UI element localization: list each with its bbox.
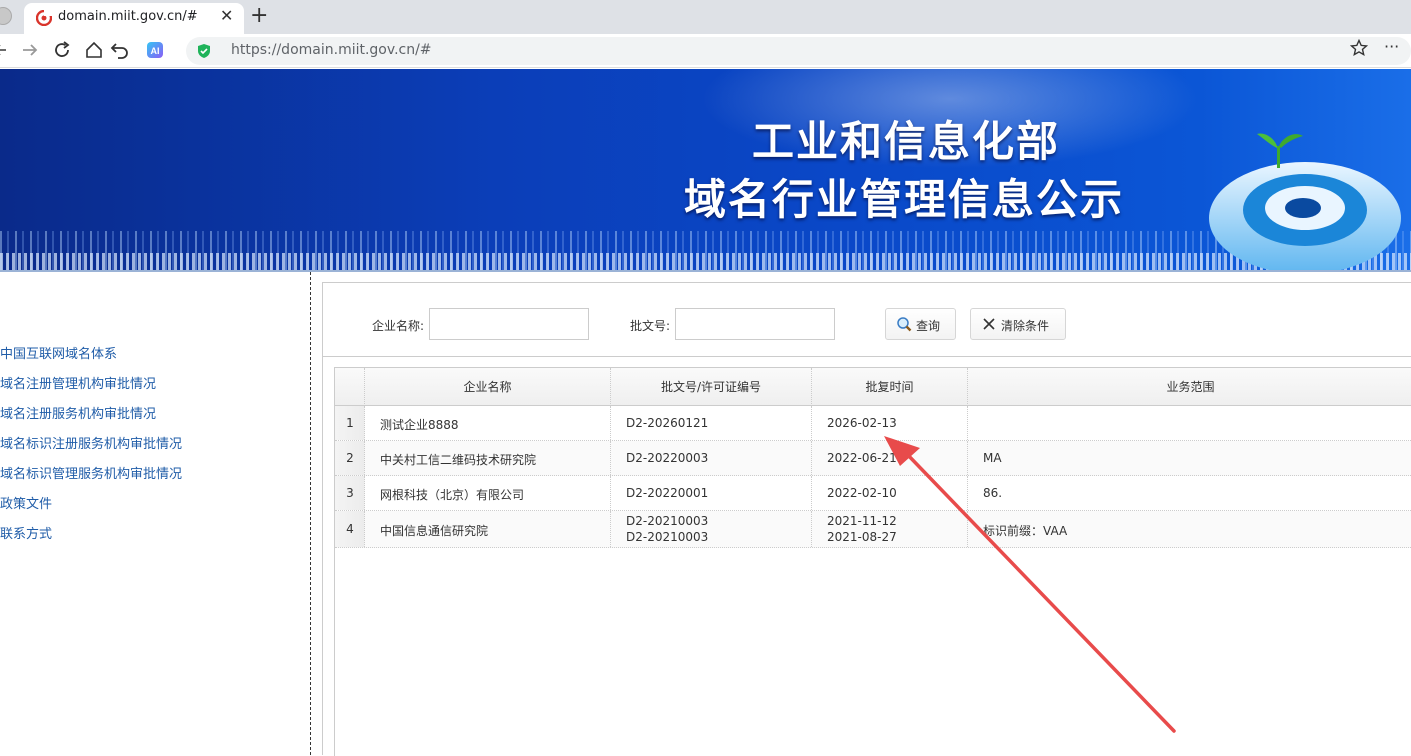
undo-icon[interactable] [110, 40, 130, 60]
table-row[interactable]: 1 测试企业8888 D2-20260121 2026-02-13 [335, 406, 1411, 441]
tab-title: domain.miit.gov.cn/# [58, 9, 198, 24]
more-icon[interactable]: ··· [1384, 37, 1399, 56]
query-button-label: 查询 [916, 319, 941, 333]
row-number: 2 [335, 441, 365, 475]
license-cell: D2-20260121 [611, 406, 812, 440]
table-row[interactable]: 4 中国信息通信研究院 D2-20210003 D2-20210003 2021… [335, 511, 1411, 548]
previous-tab-icon[interactable] [0, 7, 12, 25]
forward-icon[interactable] [20, 40, 40, 60]
banner-title-subtitle: 域名行业管理信息公示 [684, 175, 1125, 224]
approval-date-cell: 2026-02-13 [812, 406, 968, 440]
tab-close-icon[interactable]: ✕ [220, 6, 233, 26]
reload-icon[interactable] [52, 40, 72, 60]
sidebar-item-registry-approval[interactable]: 域名注册管理机构审批情况 [0, 373, 156, 392]
ai-badge-text: AI [151, 46, 160, 56]
license-cell: D2-20220001 [611, 476, 812, 510]
url-text[interactable]: https://domain.miit.gov.cn/# [231, 42, 432, 58]
sidebar-item-policy-documents[interactable]: 政策文件 [0, 493, 52, 512]
ai-icon[interactable]: AI [145, 40, 165, 60]
sidebar: 中国互联网域名体系 域名注册管理机构审批情况 域名注册服务机构审批情况 域名标识… [0, 272, 311, 755]
sidebar-item-registrar-approval[interactable]: 域名注册服务机构审批情况 [0, 403, 156, 422]
business-scope-cell: MA [983, 451, 1002, 465]
shield-icon[interactable] [196, 43, 212, 59]
company-cell: 测试企业8888 [365, 406, 611, 440]
approval-number-label: 批文号: [630, 319, 671, 333]
table-header: 企业名称 批文号/许可证编号 批复时间 业务范围 [335, 368, 1411, 406]
search-form: 企业名称: 批文号: 查询 清除条件 [323, 283, 1411, 357]
magnifier-icon [897, 317, 912, 332]
company-cell: 中国信息通信研究院 [365, 511, 611, 547]
company-name-input[interactable] [429, 308, 589, 340]
address-bar[interactable]: https://domain.miit.gov.cn/# [186, 37, 1411, 65]
close-icon [983, 318, 995, 330]
company-name-label: 企业名称: [372, 319, 425, 333]
row-number: 1 [335, 406, 365, 440]
site-favicon-icon [36, 10, 52, 26]
browser-tab[interactable]: domain.miit.gov.cn/# ✕ [24, 3, 244, 34]
browser-tab-bar: domain.miit.gov.cn/# ✕ + [0, 0, 1411, 34]
row-number-header [335, 368, 365, 406]
row-number: 3 [335, 476, 365, 510]
results-table: 企业名称 批文号/许可证编号 批复时间 业务范围 1 测试企业8888 D2-2… [334, 367, 1411, 756]
sidebar-item-identifier-management-approval[interactable]: 域名标识管理服务机构审批情况 [0, 463, 182, 482]
row-number: 4 [335, 511, 365, 547]
table-row[interactable]: 2 中关村工信二维码技术研究院 D2-20220003 2022-06-21 M… [335, 441, 1411, 476]
approval-number-input[interactable] [675, 308, 835, 340]
column-header-company[interactable]: 企业名称 [365, 368, 611, 406]
banner-title-ministry: 工业和信息化部 [752, 117, 1061, 166]
company-cell: 中关村工信二维码技术研究院 [365, 441, 611, 475]
new-tab-icon[interactable]: + [250, 4, 268, 28]
clear-conditions-button[interactable]: 清除条件 [970, 308, 1066, 340]
column-header-business-scope[interactable]: 业务范围 [968, 368, 1411, 406]
sidebar-item-identifier-registration-approval[interactable]: 域名标识注册服务机构审批情况 [0, 433, 182, 452]
clear-conditions-label: 清除条件 [1001, 319, 1050, 333]
business-scope-cell: 标识前缀：VAA [983, 524, 1068, 538]
column-header-approval-date[interactable]: 批复时间 [812, 368, 968, 406]
home-icon[interactable] [84, 40, 104, 60]
sidebar-item-contact[interactable]: 联系方式 [0, 523, 52, 542]
star-icon[interactable] [1350, 39, 1368, 57]
banner-skyline-front [0, 253, 1411, 271]
license-cell: D2-20210003 D2-20210003 [611, 511, 812, 547]
company-cell: 网根科技（北京）有限公司 [365, 476, 611, 510]
sidebar-item-domain-system[interactable]: 中国互联网域名体系 [0, 343, 117, 362]
at-sign-logo-icon [1209, 133, 1401, 271]
business-scope-cell: 86. [983, 486, 1003, 500]
approval-date-cell: 2022-06-21 [812, 441, 968, 475]
browser-toolbar: AI https://domain.miit.gov.cn/# ··· [0, 34, 1411, 68]
approval-date-cell: 2022-02-10 [812, 476, 968, 510]
back-icon[interactable] [0, 40, 12, 60]
approval-date-cell: 2021-11-12 2021-08-27 [812, 511, 968, 547]
table-row[interactable]: 3 网根科技（北京）有限公司 D2-20220001 2022-02-10 86… [335, 476, 1411, 511]
column-header-license[interactable]: 批文号/许可证编号 [611, 368, 812, 406]
main-panel: 企业名称: 批文号: 查询 清除条件 企业名称 批文号/许可证编号 批复时间 业… [322, 282, 1411, 756]
license-cell: D2-20220003 [611, 441, 812, 475]
business-scope-cell [968, 406, 1411, 440]
query-button[interactable]: 查询 [885, 308, 956, 340]
